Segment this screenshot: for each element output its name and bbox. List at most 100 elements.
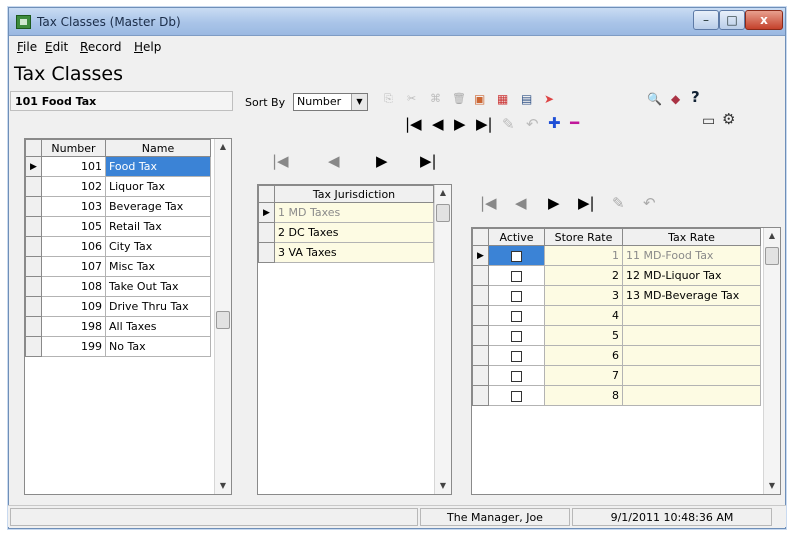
table-row[interactable]: 108 Take Out Tax	[25, 276, 211, 297]
add-icon[interactable]: ✚	[548, 114, 561, 132]
last-record-icon[interactable]: ▶|	[476, 115, 493, 133]
row-number[interactable]: 103	[41, 196, 106, 217]
menu-file[interactable]: File	[17, 40, 37, 54]
first-record-icon[interactable]: |◀	[405, 115, 422, 133]
table-row[interactable]: 3 13 MD-Beverage Tax	[472, 285, 761, 306]
tax-rate-cell[interactable]	[622, 305, 761, 326]
active-cell[interactable]	[488, 285, 545, 306]
tax-rate-cell[interactable]	[622, 385, 761, 406]
vertical-scrollbar[interactable]: ▲ ▼	[763, 228, 780, 494]
menu-record[interactable]: Record	[80, 40, 121, 54]
active-cell[interactable]	[488, 365, 545, 386]
store-rate-cell[interactable]: 8	[544, 385, 623, 406]
scroll-down-icon[interactable]: ▼	[435, 478, 451, 494]
tax-classes-grid[interactable]: Number Name ▶ 101 Food Tax 102 Liquor Tax 103 B…	[24, 138, 232, 495]
active-checkbox[interactable]	[511, 270, 522, 282]
column-header[interactable]: Name	[105, 139, 211, 157]
row-name[interactable]: No Tax	[105, 336, 211, 357]
tools-icon[interactable]: ➤	[544, 90, 554, 108]
row-name[interactable]: All Taxes	[105, 316, 211, 337]
table-row[interactable]: 106 City Tax	[25, 236, 211, 257]
table-row[interactable]: 105 Retail Tax	[25, 216, 211, 237]
settings-icon[interactable]: ⚙	[722, 110, 735, 128]
chart-icon[interactable]: ▦	[497, 90, 508, 108]
active-cell[interactable]	[488, 385, 545, 406]
column-header[interactable]: Tax Rate	[622, 228, 761, 246]
jurisdiction-cell[interactable]: 3 VA Taxes	[274, 242, 434, 263]
tax-jurisdiction-grid[interactable]: Tax Jurisdiction ▶ 1 MD Taxes 2 DC Taxes 3 …	[257, 184, 452, 495]
find-icon[interactable]: 🔍	[647, 90, 662, 108]
active-checkbox[interactable]	[511, 370, 522, 382]
store-rate-cell[interactable]: 7	[544, 365, 623, 386]
row-number[interactable]: 106	[41, 236, 106, 257]
row-name[interactable]: Liquor Tax	[105, 176, 211, 197]
remove-icon[interactable]: ━	[570, 114, 579, 132]
store-rate-cell[interactable]: 4	[544, 305, 623, 326]
menu-help[interactable]: Help	[134, 40, 161, 54]
tag-icon[interactable]: ◆	[671, 90, 680, 108]
table-row[interactable]: 3 VA Taxes	[258, 242, 434, 263]
row-number[interactable]: 102	[41, 176, 106, 197]
scroll-up-icon[interactable]: ▲	[435, 185, 451, 201]
active-cell[interactable]	[488, 325, 545, 346]
table-row[interactable]: 198 All Taxes	[25, 316, 211, 337]
row-name[interactable]: Food Tax	[105, 156, 211, 177]
rate-next-icon[interactable]: ▶	[548, 194, 560, 212]
active-checkbox[interactable]	[511, 390, 522, 402]
column-header[interactable]: Tax Jurisdiction	[274, 185, 434, 203]
store-rate-cell[interactable]: 6	[544, 345, 623, 366]
row-name[interactable]: Misc Tax	[105, 256, 211, 277]
tax-rate-cell[interactable]: 11 MD-Food Tax	[622, 245, 761, 266]
table-row[interactable]: 102 Liquor Tax	[25, 176, 211, 197]
jur-last-icon[interactable]: ▶|	[420, 152, 437, 170]
table-row[interactable]: 103 Beverage Tax	[25, 196, 211, 217]
row-number[interactable]: 199	[41, 336, 106, 357]
scroll-up-icon[interactable]: ▲	[215, 139, 231, 155]
table-row[interactable]: 2 DC Taxes	[258, 222, 434, 243]
row-number[interactable]: 105	[41, 216, 106, 237]
table-row[interactable]: ▶ 1 MD Taxes	[258, 202, 434, 223]
row-number[interactable]: 108	[41, 276, 106, 297]
active-checkbox[interactable]	[511, 350, 522, 362]
active-cell[interactable]	[488, 265, 545, 286]
row-name[interactable]: City Tax	[105, 236, 211, 257]
tax-rate-cell[interactable]: 13 MD-Beverage Tax	[622, 285, 761, 306]
row-number[interactable]: 101	[41, 156, 106, 177]
store-rate-cell[interactable]: 1	[544, 245, 623, 266]
row-number[interactable]: 198	[41, 316, 106, 337]
table-row[interactable]: ▶ ✓ 1 11 MD-Food Tax	[472, 245, 761, 266]
rate-prev-icon[interactable]: ◀	[515, 194, 527, 212]
table-row[interactable]: 4	[472, 305, 761, 326]
tax-rates-grid[interactable]: Active Store Rate Tax Rate ▶ ✓ 1 11 MD-Food T…	[471, 227, 781, 495]
table-row[interactable]: 199 No Tax	[25, 336, 211, 357]
tax-rate-cell[interactable]	[622, 345, 761, 366]
row-number[interactable]: 109	[41, 296, 106, 317]
export-icon[interactable]: ▤	[521, 90, 532, 108]
tax-rate-cell[interactable]	[622, 365, 761, 386]
jurisdiction-cell[interactable]: 1 MD Taxes	[274, 202, 434, 223]
prev-record-icon[interactable]: ◀	[432, 115, 444, 133]
scroll-thumb[interactable]	[436, 204, 450, 222]
scroll-thumb[interactable]	[765, 247, 779, 265]
jurisdiction-cell[interactable]: 2 DC Taxes	[274, 222, 434, 243]
vertical-scrollbar[interactable]: ▲ ▼	[434, 185, 451, 494]
row-name[interactable]: Drive Thru Tax	[105, 296, 211, 317]
jur-first-icon[interactable]: |◀	[272, 152, 289, 170]
table-row[interactable]: 8	[472, 385, 761, 406]
menu-edit[interactable]: Edit	[45, 40, 68, 54]
active-cell[interactable]: ✓	[488, 245, 545, 266]
close-button[interactable]: x	[745, 10, 783, 30]
column-header[interactable]: Active	[488, 228, 545, 246]
active-cell[interactable]	[488, 345, 545, 366]
scroll-thumb[interactable]	[216, 311, 230, 329]
rate-last-icon[interactable]: ▶|	[578, 194, 595, 212]
store-rate-cell[interactable]: 2	[544, 265, 623, 286]
tax-rate-cell[interactable]	[622, 325, 761, 346]
jur-prev-icon[interactable]: ◀	[328, 152, 340, 170]
scroll-down-icon[interactable]: ▼	[215, 478, 231, 494]
row-name[interactable]: Retail Tax	[105, 216, 211, 237]
active-checkbox[interactable]	[511, 310, 522, 322]
scroll-up-icon[interactable]: ▲	[764, 228, 780, 244]
table-row[interactable]: 2 12 MD-Liquor Tax	[472, 265, 761, 286]
rate-first-icon[interactable]: |◀	[480, 194, 497, 212]
